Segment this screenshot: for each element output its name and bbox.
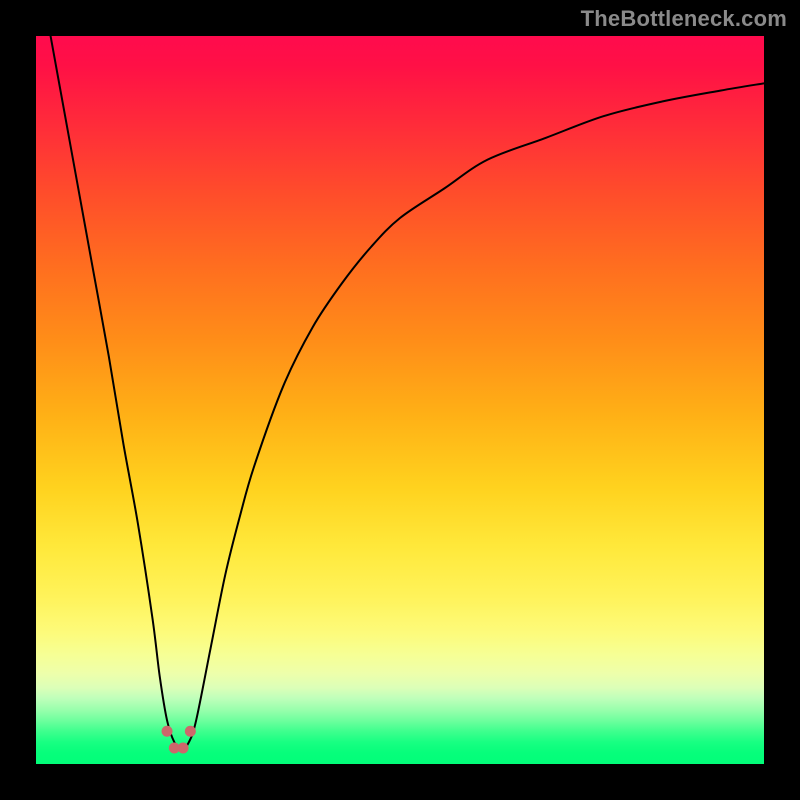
chart-frame: TheBottleneck.com (0, 0, 800, 800)
chart-marker (162, 726, 173, 737)
chart-curve (51, 36, 764, 749)
chart-marker (178, 742, 189, 753)
chart-svg-layer (36, 36, 764, 764)
chart-plot-area (36, 36, 764, 764)
watermark-text: TheBottleneck.com (581, 6, 787, 32)
chart-marker (185, 726, 196, 737)
